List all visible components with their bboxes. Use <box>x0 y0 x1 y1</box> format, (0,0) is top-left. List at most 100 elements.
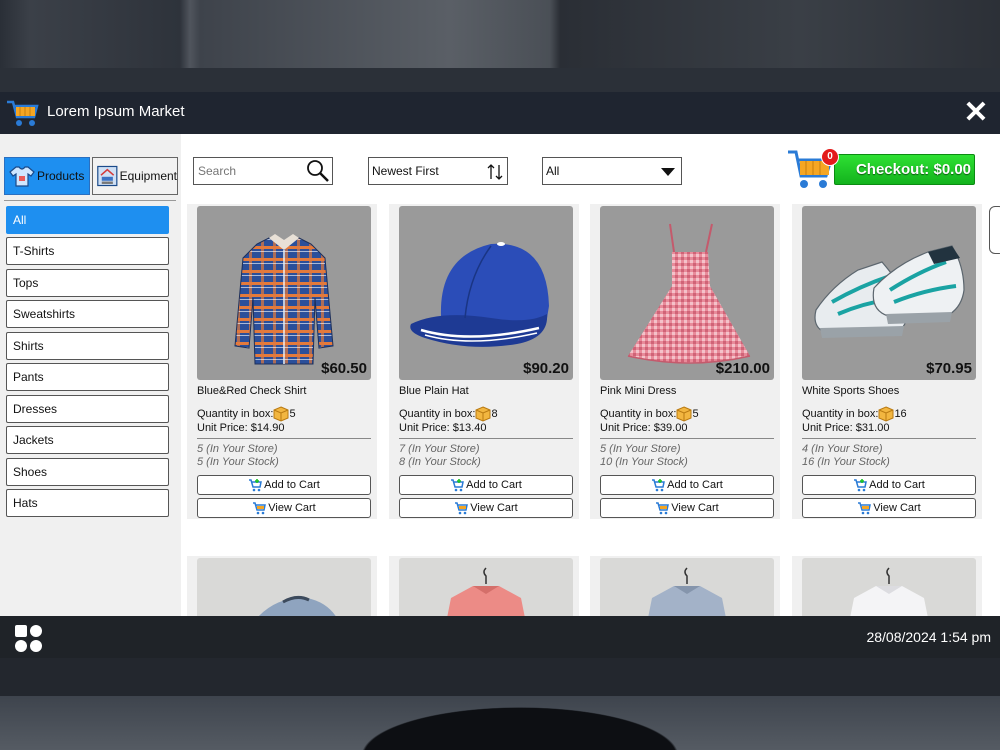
product-area: Newest First All Checkout: $0.00 0 <box>181 134 1000 616</box>
tab-equipment[interactable]: Equipment <box>92 157 178 195</box>
sneakers-image <box>814 245 965 338</box>
product-name: Pink Mini Dress <box>600 385 677 397</box>
product-name: Blue Plain Hat <box>399 385 469 397</box>
category-all[interactable]: All <box>6 206 169 234</box>
sort-selected-value: Newest First <box>372 164 439 178</box>
view-cart-label: View Cart <box>873 502 921 514</box>
product-name: Blue&Red Check Shirt <box>197 385 307 397</box>
category-t-shirts[interactable]: T-Shirts <box>6 237 169 265</box>
product-price: $210.00 <box>715 360 770 377</box>
stock-count: 10 (In Your Stock) <box>600 456 688 468</box>
taskbar: 28/08/2024 1:54 pm <box>0 616 1000 658</box>
dress-image <box>627 223 751 364</box>
add-to-cart-button[interactable]: Add to Cart <box>600 475 774 495</box>
product-card: $210.00 Pink Mini Dress Quantity in box:… <box>590 204 780 519</box>
box-icon <box>676 406 692 422</box>
unit-price: Unit Price: $31.00 <box>802 422 890 434</box>
view-cart-label: View Cart <box>470 502 518 514</box>
card-divider <box>600 438 774 439</box>
tshirt-icon <box>9 166 35 187</box>
quantity-value: 8 <box>491 408 498 420</box>
store-count: 5 (In Your Store) <box>600 443 681 455</box>
background-scene-top <box>0 0 1000 92</box>
quantity-label: Quantity in box: <box>600 408 677 420</box>
view-cart-icon <box>858 502 872 515</box>
quantity-value: 16 <box>894 408 907 420</box>
check-shirt-image <box>234 234 334 365</box>
product-price: $60.50 <box>321 360 367 377</box>
monitor-frame-top <box>0 68 1000 92</box>
app-title: Lorem Ipsum Market <box>47 103 185 120</box>
store-count: 5 (In Your Store) <box>197 443 278 455</box>
unit-price: Unit Price: $39.00 <box>600 422 688 434</box>
blue-shirt-image <box>648 567 726 616</box>
category-shoes[interactable]: Shoes <box>6 458 169 486</box>
taskbar-clock: 28/08/2024 1:54 pm <box>866 629 991 645</box>
quantity-label: Quantity in box: <box>399 408 476 420</box>
add-cart-icon <box>249 479 263 492</box>
category-jackets[interactable]: Jackets <box>6 426 169 454</box>
product-image[interactable]: $90.20 <box>399 206 573 380</box>
white-shirt-image <box>850 567 928 616</box>
product-quantity: Quantity in box: 16 <box>802 406 907 422</box>
view-cart-button[interactable]: View Cart <box>399 498 573 518</box>
sidebar-divider <box>4 200 176 201</box>
product-price: $90.20 <box>523 360 569 377</box>
add-to-cart-label: Add to Cart <box>869 479 925 491</box>
add-to-cart-button[interactable]: Add to Cart <box>802 475 976 495</box>
add-to-cart-button[interactable]: Add to Cart <box>399 475 573 495</box>
category-dresses[interactable]: Dresses <box>6 395 169 423</box>
category-hats[interactable]: Hats <box>6 489 169 517</box>
product-quantity: Quantity in box: 5 <box>600 406 699 422</box>
sort-dropdown[interactable]: Newest First <box>368 157 508 185</box>
close-icon: ✕ <box>963 96 989 129</box>
shoes-image <box>259 595 336 616</box>
shopping-cart-icon <box>7 100 39 126</box>
product-quantity: Quantity in box: 8 <box>399 406 498 422</box>
view-cart-button[interactable]: View Cart <box>802 498 976 518</box>
tab-products[interactable]: Products <box>4 157 90 195</box>
view-cart-button[interactable]: View Cart <box>197 498 371 518</box>
product-image[interactable]: $60.50 <box>197 206 371 380</box>
product-image[interactable]: $70.95 <box>802 206 976 380</box>
checkout-button[interactable]: Checkout: $0.00 <box>834 154 975 185</box>
scrollbar-thumb[interactable] <box>989 206 1000 254</box>
category-sweatshirts[interactable]: Sweatshirts <box>6 300 169 328</box>
filter-selected-value: All <box>546 164 560 178</box>
category-tops[interactable]: Tops <box>6 269 169 297</box>
category-shirts[interactable]: Shirts <box>6 332 169 360</box>
monitor-stand <box>0 696 1000 750</box>
view-cart-label: View Cart <box>671 502 719 514</box>
product-price: $70.95 <box>926 360 972 377</box>
pink-shirt-image <box>447 567 525 616</box>
market-window: Lorem Ipsum Market ✕ Products Equipment … <box>0 92 1000 658</box>
view-cart-button[interactable]: View Cart <box>600 498 774 518</box>
view-cart-icon <box>656 502 670 515</box>
stock-count: 5 (In Your Stock) <box>197 456 279 468</box>
search-icon[interactable] <box>306 159 330 183</box>
equipment-icon <box>97 165 118 187</box>
box-icon <box>273 406 289 422</box>
product-image[interactable] <box>802 558 976 616</box>
product-image[interactable]: $210.00 <box>600 206 774 380</box>
filter-dropdown[interactable]: All <box>542 157 682 185</box>
tab-equipment-label: Equipment <box>119 169 177 183</box>
product-image[interactable] <box>197 558 371 616</box>
view-cart-icon <box>455 502 469 515</box>
apps-grid-icon[interactable] <box>14 624 44 654</box>
close-button[interactable]: ✕ <box>961 98 991 128</box>
box-icon <box>878 406 894 422</box>
card-divider <box>197 438 371 439</box>
product-image[interactable] <box>399 558 573 616</box>
add-cart-icon <box>854 479 868 492</box>
add-to-cart-button[interactable]: Add to Cart <box>197 475 371 495</box>
chevron-down-icon <box>661 168 675 176</box>
product-card-partial <box>389 556 579 616</box>
unit-price: Unit Price: $14.90 <box>197 422 285 434</box>
stock-count: 8 (In Your Stock) <box>399 456 481 468</box>
background-scene-bottom <box>0 658 1000 750</box>
category-pants[interactable]: Pants <box>6 363 169 391</box>
product-image[interactable] <box>600 558 774 616</box>
box-icon <box>475 406 491 422</box>
product-card: $90.20 Blue Plain Hat Quantity in box: 8… <box>389 204 579 519</box>
